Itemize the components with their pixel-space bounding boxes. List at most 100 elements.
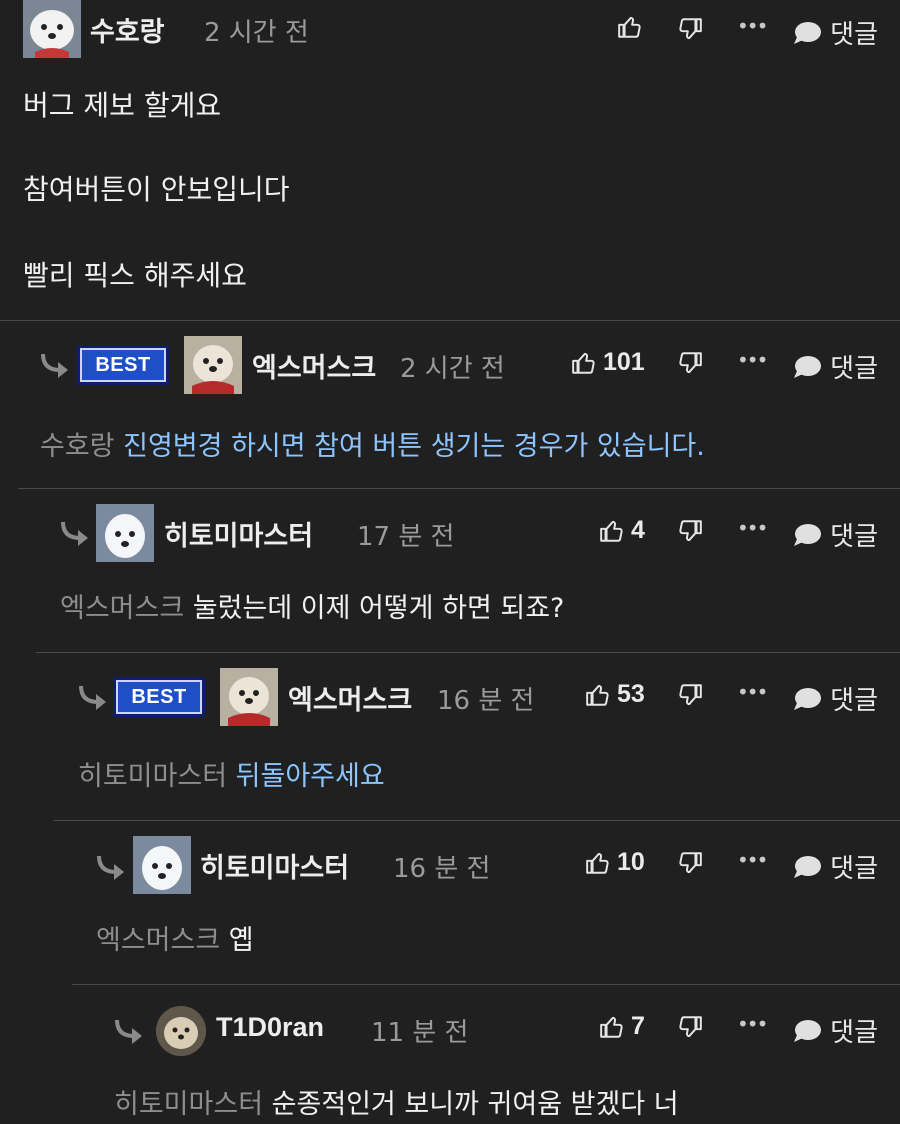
thumbs-up-icon — [586, 852, 609, 874]
avatar[interactable] — [133, 836, 191, 894]
avatar[interactable] — [156, 1006, 206, 1056]
more-options-icon[interactable]: ••• — [737, 516, 768, 540]
comment-4: 히토미마스터 16 분 전 10 ••• 댓글 엑스머스크 옙 — [0, 820, 900, 984]
speech-bubble-icon — [794, 855, 822, 878]
comment-time: 16 분 전 — [393, 854, 491, 884]
puppy-avatar-icon — [156, 1006, 206, 1056]
like-count: 4 — [631, 516, 645, 544]
like-button[interactable]: 101 — [571, 348, 645, 377]
more-options-icon[interactable]: ••• — [737, 1012, 768, 1036]
comment-username[interactable]: 히토미마스터 — [164, 514, 313, 553]
thumbs-up-icon — [618, 16, 641, 38]
dislike-button[interactable] — [677, 518, 703, 548]
comment-2: 히토미마스터 17 분 전 4 ••• 댓글 엑스머스크 눌렀는데 이제 어떻게… — [0, 488, 900, 652]
comment-username[interactable]: 엑스머스크 — [252, 346, 376, 385]
post-username[interactable]: 수호랑 — [90, 10, 165, 49]
comment-text: 뒤돌아주세요 — [235, 761, 385, 792]
like-button[interactable]: 10 — [585, 848, 645, 877]
comment-time: 11 분 전 — [371, 1018, 469, 1048]
reply-arrow-icon — [61, 521, 88, 546]
more-options-icon[interactable]: ••• — [737, 848, 768, 872]
comment-username[interactable]: 엑스머스크 — [288, 678, 412, 717]
thumbs-down-icon — [679, 18, 702, 40]
mention[interactable]: 엑스머스크 — [60, 593, 184, 624]
thumbs-down-icon — [679, 352, 702, 374]
speech-bubble-icon — [794, 355, 822, 378]
dog-avatar-icon — [23, 0, 81, 58]
post-line-1: 버그 제보 할게요 — [23, 89, 222, 122]
more-options-icon[interactable]: ••• — [737, 348, 768, 372]
comment-time: 2 시간 전 — [400, 354, 505, 384]
reply-button[interactable]: 댓글 — [792, 680, 878, 717]
reply-label: 댓글 — [830, 522, 878, 552]
best-badge: BEST — [77, 345, 169, 385]
thumbs-up-icon — [586, 684, 609, 706]
dislike-button[interactable] — [677, 16, 703, 46]
comment-text: 옙 — [228, 925, 254, 956]
reply-button[interactable]: 댓글 — [792, 1012, 878, 1049]
reply-button[interactable]: 댓글 — [792, 348, 878, 385]
dislike-button[interactable] — [677, 350, 703, 380]
comment-body: 수호랑 진영변경 하시면 참여 버튼 생기는 경우가 있습니다. — [40, 424, 705, 463]
like-count: 53 — [617, 680, 645, 708]
comment-time: 17 분 전 — [357, 522, 455, 552]
avatar[interactable] — [23, 0, 81, 58]
comment-body: 엑스머스크 눌렀는데 이제 어떻게 하면 되죠? — [60, 586, 564, 625]
best-label: BEST — [131, 685, 187, 708]
thumbs-down-icon — [679, 852, 702, 874]
comment-body: 엑스머스크 옙 — [96, 918, 254, 957]
reply-label: 댓글 — [830, 1018, 878, 1048]
mention[interactable]: 히토미마스터 — [114, 1089, 263, 1120]
dislike-button[interactable] — [677, 682, 703, 712]
reply-button[interactable]: 댓글 — [792, 516, 878, 553]
dog-avatar-icon — [96, 504, 154, 562]
comment-1: BEST 엑스머스크 2 시간 전 101 ••• 댓글 수호랑 진영변경 하시… — [0, 320, 900, 488]
speech-bubble-icon — [794, 1019, 822, 1042]
comment-body: 히토미마스터 뒤돌아주세요 — [78, 754, 385, 793]
maltese-avatar-icon — [184, 336, 242, 394]
reply-label: 댓글 — [830, 686, 878, 716]
like-count: 7 — [631, 1012, 645, 1040]
dislike-button[interactable] — [677, 850, 703, 880]
comment-username[interactable]: 히토미마스터 — [200, 846, 349, 885]
like-button[interactable]: 53 — [585, 680, 645, 709]
dislike-button[interactable] — [677, 1014, 703, 1044]
avatar[interactable] — [184, 336, 242, 394]
comment-body: 히토미마스터 순종적인거 보니까 귀여움 받겠다 너 — [114, 1082, 679, 1121]
best-label: BEST — [95, 353, 151, 376]
speech-bubble-icon — [794, 21, 822, 44]
comment-text: 진영변경 하시면 참여 버튼 생기는 경우가 있습니다. — [123, 431, 705, 462]
avatar[interactable] — [96, 504, 154, 562]
reply-label: 댓글 — [830, 354, 878, 384]
more-options-icon[interactable]: ••• — [737, 680, 768, 704]
comment-text: 순종적인거 보니까 귀여움 받겠다 너 — [271, 1089, 679, 1120]
reply-label: 댓글 — [830, 854, 878, 884]
comment-text: 눌렀는데 이제 어떻게 하면 되죠? — [192, 593, 565, 624]
like-button[interactable]: 4 — [599, 516, 645, 545]
like-count: 101 — [603, 348, 645, 376]
thumbs-down-icon — [679, 1016, 702, 1038]
comment-time: 16 분 전 — [437, 686, 535, 716]
reply-arrow-icon — [115, 1019, 142, 1044]
thumbs-up-icon — [572, 352, 595, 374]
reply-button[interactable]: 댓글 — [792, 14, 878, 51]
like-count: 10 — [617, 848, 645, 876]
mention[interactable]: 히토미마스터 — [78, 761, 227, 792]
post-line-3: 빨리 픽스 해주세요 — [23, 259, 247, 292]
mention[interactable]: 엑스머스크 — [96, 925, 220, 956]
avatar[interactable] — [220, 668, 278, 726]
post-line-2: 참여버튼이 안보입니다 — [23, 173, 290, 206]
like-button[interactable]: 7 — [599, 1012, 645, 1041]
more-options-icon[interactable]: ••• — [737, 14, 768, 38]
speech-bubble-icon — [794, 523, 822, 546]
comment-3: BEST 엑스머스크 16 분 전 53 ••• 댓글 히토미마스터 뒤돌아주세… — [0, 652, 900, 820]
reply-arrow-icon — [97, 855, 124, 880]
reply-button[interactable]: 댓글 — [792, 848, 878, 885]
comment-username[interactable]: T1D0ran — [216, 1012, 324, 1043]
like-button[interactable] — [617, 14, 643, 40]
post: 수호랑 2 시간 전 ••• 댓글 버그 제보 할게요 참여버튼이 안보입니다 … — [0, 0, 900, 320]
maltese-avatar-icon — [220, 668, 278, 726]
speech-bubble-icon — [794, 687, 822, 710]
mention[interactable]: 수호랑 — [40, 431, 115, 462]
thumbs-down-icon — [679, 520, 702, 542]
